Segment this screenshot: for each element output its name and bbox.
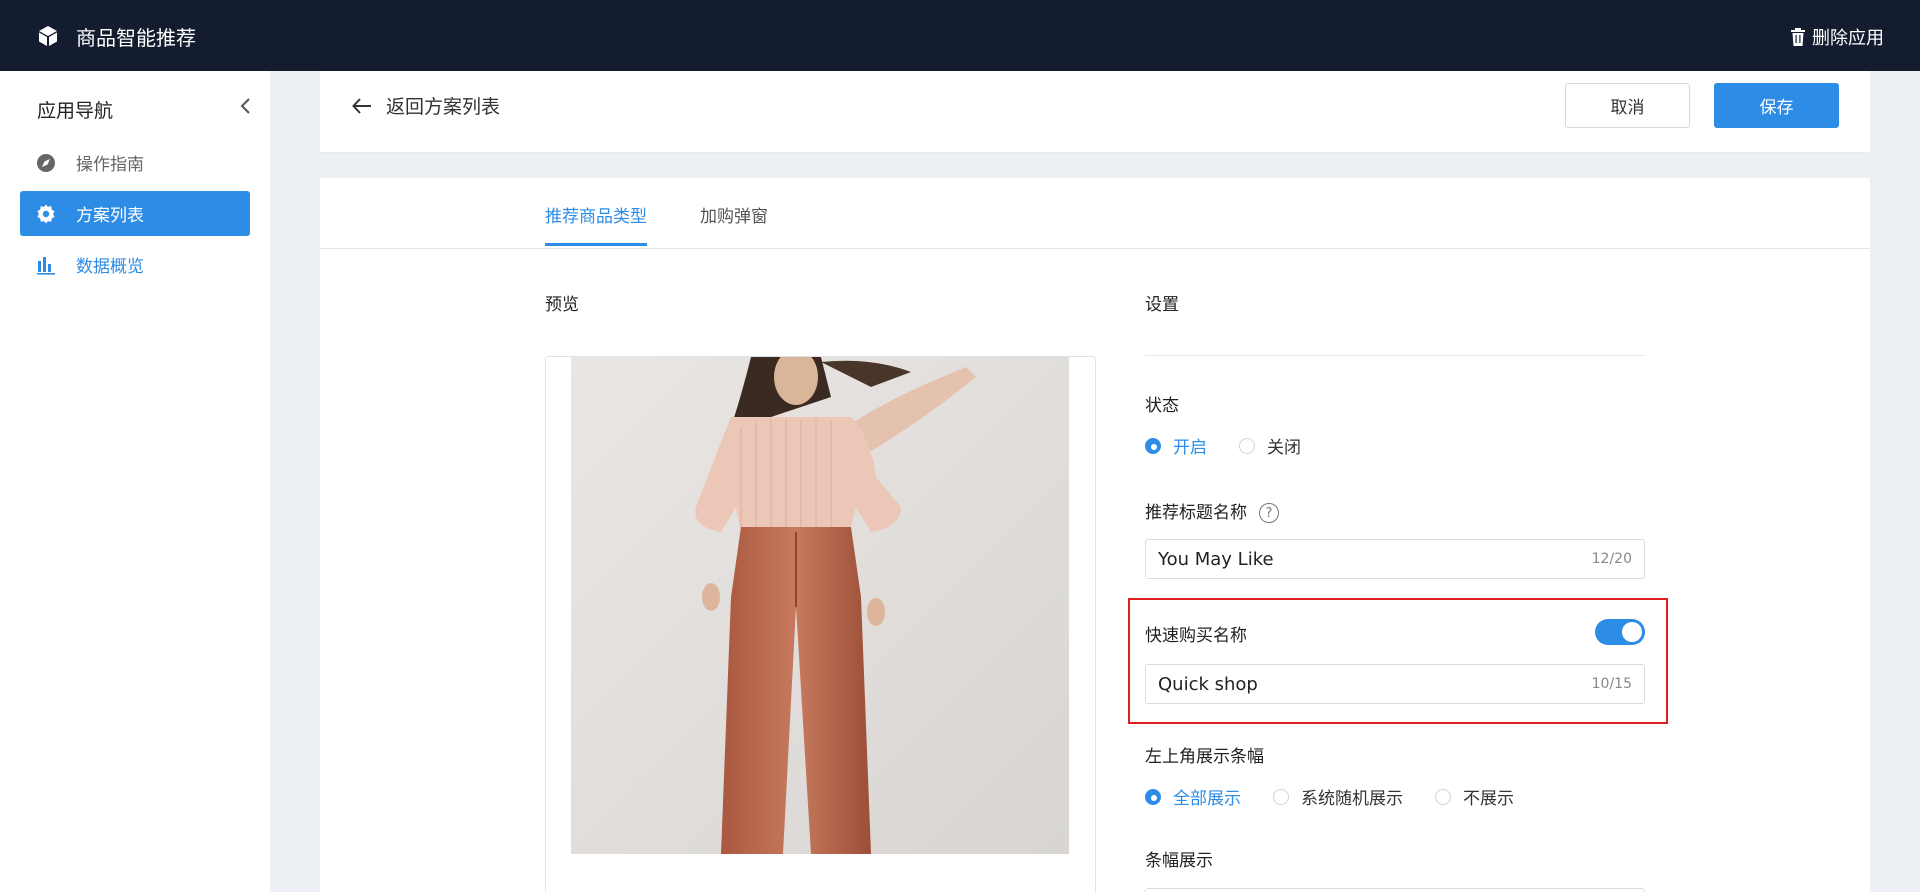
banner-display-select[interactable] (1145, 888, 1645, 892)
gear-icon (36, 203, 56, 224)
quick-buy-label: 快速购买名称 (1145, 626, 1247, 646)
delete-app-label: 删除应用 (1812, 28, 1884, 49)
recommend-title-label: 推荐标题名称? (1145, 498, 1279, 523)
cube-logo-icon (39, 26, 57, 46)
save-button[interactable]: 保存 (1714, 83, 1839, 128)
corner-banner-radio-all[interactable]: 全部展示 (1145, 784, 1241, 809)
preview-heading: 预览 (545, 295, 579, 315)
back-to-plan-list-link[interactable]: 返回方案列表 (352, 92, 500, 119)
radio-label: 全部展示 (1173, 789, 1241, 809)
radio-dot (1273, 788, 1289, 805)
recommend-title-input[interactable]: 12/20 (1145, 539, 1645, 579)
trash-icon (1791, 28, 1805, 46)
sidebar: 应用导航 操作指南 方案列表 数据概览 (0, 71, 270, 892)
sidebar-item-guide[interactable]: 操作指南 (20, 140, 250, 185)
tab-add-to-cart-popup[interactable]: 加购弹窗 (700, 202, 768, 247)
quick-buy-input[interactable]: 10/15 (1145, 664, 1645, 704)
help-icon[interactable]: ? (1259, 503, 1279, 523)
sidebar-title: 应用导航 (37, 100, 114, 122)
arrow-left-icon (352, 97, 371, 114)
radio-label: 不展示 (1463, 789, 1514, 809)
recommend-title-field[interactable] (1158, 548, 1592, 570)
radio-dot (1435, 788, 1451, 805)
sidebar-item-plan-list[interactable]: 方案列表 (20, 191, 250, 236)
sidebar-item-label: 操作指南 (76, 155, 144, 175)
tab-bar: 推荐商品类型 加购弹窗 (320, 178, 1870, 249)
status-radio-off[interactable]: 关闭 (1239, 433, 1301, 458)
chevron-left-icon[interactable] (238, 96, 254, 116)
char-count: 12/20 (1591, 551, 1632, 567)
corner-banner-radio-group: 全部展示 系统随机展示 不展示 (1145, 784, 1546, 809)
recommend-title-label-text: 推荐标题名称 (1145, 503, 1247, 523)
sidebar-item-label: 数据概览 (76, 257, 144, 277)
radio-dot (1145, 437, 1161, 454)
quick-buy-field[interactable] (1158, 673, 1592, 695)
sidebar-item-data-overview[interactable]: 数据概览 (20, 242, 250, 287)
radio-dot (1145, 788, 1161, 805)
highlight-box (1128, 598, 1668, 724)
main-card: 推荐商品类型 加购弹窗 预览 设置 状态 开启 关闭 推荐标题名称 ? You … (320, 178, 1870, 892)
radio-label: 关闭 (1267, 438, 1301, 458)
top-bar: 商品智能推荐 删除应用 (0, 0, 1920, 71)
product-image (571, 357, 1069, 854)
corner-banner-label: 左上角展示条幅 (1145, 747, 1264, 767)
status-radio-group: 开启 关闭 (1145, 433, 1333, 458)
compass-icon (36, 153, 56, 173)
bar-chart-icon (36, 255, 56, 275)
status-radio-on[interactable]: 开启 (1145, 433, 1207, 458)
back-link-label: 返回方案列表 (386, 96, 501, 118)
delete-app-button[interactable]: 删除应用 (1790, 24, 1884, 50)
settings-heading: 设置 (1145, 295, 1179, 315)
header-card: 返回方案列表 取消 保存 (320, 71, 1870, 153)
char-count: 10/15 (1591, 676, 1632, 692)
tab-recommend-product-type[interactable]: 推荐商品类型 (545, 202, 647, 246)
cancel-button[interactable]: 取消 (1565, 83, 1690, 128)
corner-banner-radio-random[interactable]: 系统随机展示 (1273, 784, 1403, 809)
status-label: 状态 (1145, 396, 1179, 416)
sidebar-item-label: 方案列表 (76, 206, 144, 226)
radio-dot (1239, 437, 1255, 454)
app-title: 商品智能推荐 (76, 26, 196, 50)
banner-display-label: 条幅展示 (1145, 851, 1213, 871)
radio-label: 系统随机展示 (1301, 789, 1403, 809)
radio-label: 开启 (1173, 438, 1207, 458)
preview-panel (545, 356, 1096, 892)
quick-buy-toggle[interactable] (1595, 619, 1645, 645)
corner-banner-radio-none[interactable]: 不展示 (1435, 784, 1514, 809)
settings-divider (1145, 355, 1645, 356)
